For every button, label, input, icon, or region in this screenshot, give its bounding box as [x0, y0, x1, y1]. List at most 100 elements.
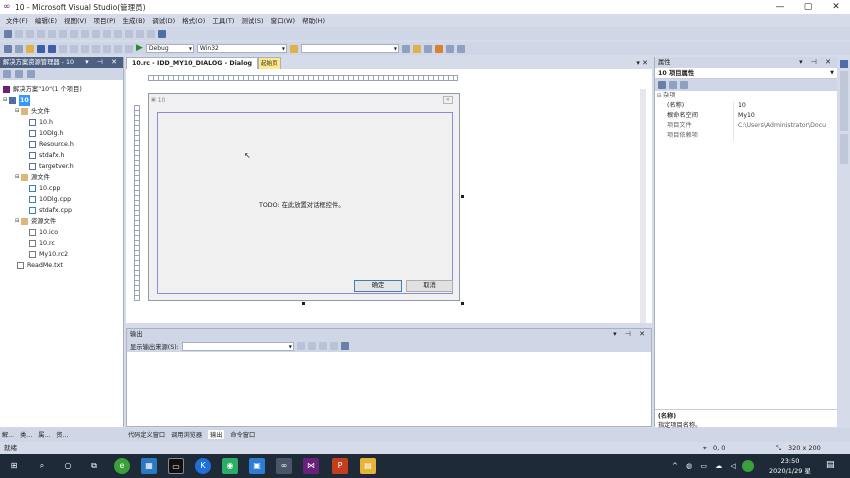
tray-360-icon[interactable] [742, 460, 754, 472]
resize-handle-corner[interactable] [461, 302, 464, 305]
navigate-back-icon[interactable] [114, 44, 122, 53]
todo-static-text[interactable]: TODO: 在此放置对话框控件。 [259, 200, 345, 209]
menu-debug[interactable]: 调试(D) [152, 15, 175, 25]
tab-dialog-resource[interactable]: 10.rc - IDD_MY10_DIALOG - Dialog [126, 57, 259, 69]
menu-file[interactable]: 文件(F) [6, 15, 28, 25]
navigate-forward-icon[interactable] [125, 44, 133, 53]
panel-pin-close-icons[interactable]: ▾ ⊣ ✕ [85, 57, 120, 68]
menu-build[interactable]: 生成(B) [123, 15, 146, 25]
tab-start-page[interactable]: 起始页 [258, 57, 281, 69]
toggle-word-wrap-icon[interactable] [340, 342, 349, 350]
kugou-icon[interactable]: K [195, 458, 211, 474]
tree-item-file[interactable]: stdafx.cpp [3, 205, 123, 216]
goto-prev-message-icon[interactable] [307, 342, 316, 350]
undo-icon[interactable] [92, 44, 100, 53]
notification-icon[interactable]: ▤ [826, 460, 835, 470]
toggle-grid-icon[interactable] [136, 29, 144, 38]
output-source-select[interactable] [181, 341, 294, 351]
show-all-files-icon[interactable] [15, 70, 23, 78]
menu-project[interactable]: 项目(P) [94, 15, 116, 25]
tree-item-file[interactable]: 10.h [3, 117, 123, 128]
cortana-icon[interactable]: ○ [60, 458, 76, 474]
solution-configuration-select[interactable]: Debug [145, 44, 194, 53]
extension-manager-icon[interactable] [456, 44, 465, 53]
make-same-height-icon[interactable] [114, 29, 122, 38]
wechat-icon[interactable]: ◉ [222, 458, 238, 474]
start-debugging-icon[interactable]: ▶ [136, 44, 143, 53]
panel-pin-close-icons[interactable]: ▾ ⊣ ✕ [613, 329, 648, 340]
close-button[interactable]: ✕ [822, 2, 850, 12]
align-bottom-icon[interactable] [48, 29, 56, 38]
goto-next-message-icon[interactable] [318, 342, 327, 350]
find-in-files-icon[interactable] [289, 44, 298, 53]
vertical-scrollbar[interactable] [640, 89, 646, 323]
save-all-icon[interactable] [48, 44, 56, 53]
space-down-icon[interactable] [92, 29, 100, 38]
center-vertical-icon[interactable] [59, 29, 67, 38]
visual-studio-icon[interactable]: ⋈ [303, 458, 319, 474]
layout-icon[interactable] [158, 29, 166, 38]
cut-icon[interactable] [59, 44, 67, 53]
tree-item-file[interactable]: stdafx.h [3, 150, 123, 161]
paste-icon[interactable] [81, 44, 89, 53]
new-project-icon[interactable] [4, 44, 12, 53]
dialog-design-surface[interactable]: ▣ 10 ✕ TODO: 在此放置对话框控件。 确定 取消 ↖ [126, 69, 646, 323]
center-horizontal-icon[interactable] [70, 29, 78, 38]
tab-output[interactable]: 输出 [208, 430, 225, 439]
clear-all-icon[interactable] [329, 342, 338, 350]
cancel-button[interactable]: 取消 [406, 280, 453, 292]
tree-item-header-folder[interactable]: ⊟ 头文件 [3, 106, 123, 117]
property-pages-icon[interactable] [680, 81, 688, 89]
menu-help[interactable]: 帮助(H) [302, 15, 325, 25]
object-browser-icon[interactable] [423, 44, 432, 53]
resize-handle-right[interactable] [461, 195, 464, 198]
add-item-icon[interactable] [15, 44, 23, 53]
toolbox-side-tab[interactable] [840, 71, 848, 131]
start-page-icon[interactable] [445, 44, 454, 53]
tab-command-window[interactable]: 命令窗口 [230, 430, 255, 439]
menu-tools[interactable]: 工具(T) [212, 15, 234, 25]
tree-item-solution[interactable]: 解决方案"10"(1 个项目) [3, 84, 123, 95]
tree-item-file[interactable]: 10.ico [3, 227, 123, 238]
file-manager-icon[interactable]: ▣ [249, 458, 265, 474]
windows-start-icon[interactable]: ⊞ [6, 458, 22, 474]
menu-window[interactable]: 窗口(W) [271, 15, 296, 25]
menu-edit[interactable]: 编辑(E) [35, 15, 57, 25]
make-same-size-icon[interactable] [125, 29, 133, 38]
align-right-icon[interactable] [26, 29, 34, 38]
properties-object-select[interactable]: 10 项目属性 ▼ [655, 68, 837, 79]
tree-item-file[interactable]: Resource.h [3, 139, 123, 150]
categorized-icon[interactable] [658, 81, 666, 89]
solution-explorer-icon[interactable] [401, 44, 410, 53]
visual-studio-2010-icon[interactable]: ∞ [276, 458, 292, 474]
tree-item-file[interactable]: 10Dlg.cpp [3, 194, 123, 205]
server-explorer-icon[interactable] [840, 60, 848, 68]
dialog-close-icon[interactable]: ✕ [442, 96, 453, 104]
align-left-icon[interactable] [15, 29, 23, 38]
tools-side-tab[interactable] [840, 134, 848, 164]
clock[interactable]: 23:50 2020/1/29 星期三 [766, 457, 814, 478]
tree-item-resource-folder[interactable]: ⊟ 资源文件 [3, 216, 123, 227]
menu-test[interactable]: 测试(S) [241, 15, 263, 25]
powerpoint-icon[interactable]: P [332, 458, 348, 474]
browser-360-icon[interactable]: e [114, 458, 130, 474]
resize-handle-bottom[interactable] [302, 302, 305, 305]
tab-class-view[interactable]: 类... [20, 430, 32, 439]
copy-icon[interactable] [70, 44, 78, 53]
properties-window-icon[interactable] [412, 44, 421, 53]
refresh-icon[interactable] [27, 70, 35, 78]
tab-resource-view[interactable]: 资... [56, 430, 68, 439]
minimize-button[interactable]: — [766, 2, 794, 12]
alphabetical-icon[interactable] [669, 81, 677, 89]
save-icon[interactable] [37, 44, 45, 53]
search-icon[interactable]: ⌕ [34, 458, 50, 474]
ok-button[interactable]: 确定 [354, 280, 402, 292]
menu-format[interactable]: 格式(O) [182, 15, 205, 25]
property-row[interactable]: (名称) 10 [655, 101, 837, 111]
align-top-icon[interactable] [37, 29, 45, 38]
file-explorer-icon[interactable]: ▤ [360, 458, 376, 474]
solution-platform-select[interactable]: Win32 [196, 44, 287, 53]
tab-property-manager[interactable]: 属... [38, 430, 50, 439]
tree-item-file[interactable]: 10.rc [3, 238, 123, 249]
property-row[interactable]: 项目依赖项 [655, 131, 837, 141]
